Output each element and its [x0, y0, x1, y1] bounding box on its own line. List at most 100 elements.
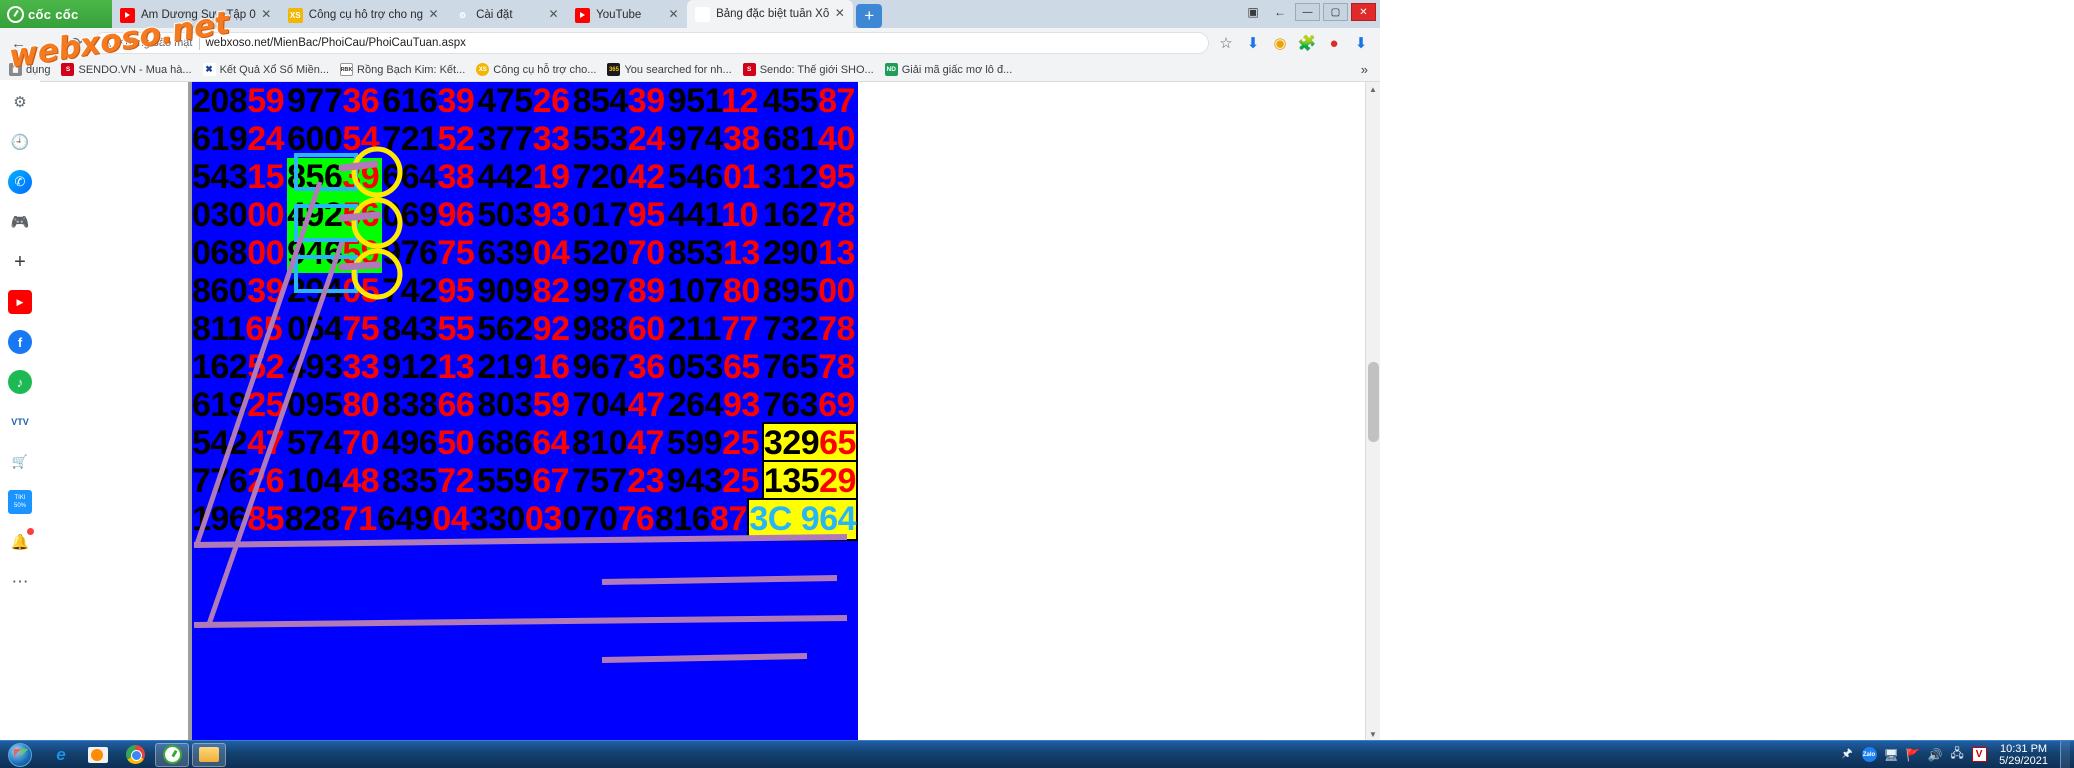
network-error-icon[interactable]: 🚩: [1905, 747, 1921, 763]
coc-coc-icon[interactable]: [155, 742, 189, 767]
number-cell: 59925: [667, 424, 762, 463]
bookmark-you-searched-for[interactable]: 365 You searched for nh...: [602, 61, 736, 78]
cell-black-digits: 943: [666, 461, 723, 500]
cell-red-digits: 25: [722, 423, 759, 462]
forward-icon[interactable]: →: [35, 31, 60, 56]
cell-red-digits: 25: [722, 461, 759, 500]
reload-icon[interactable]: ⟳: [64, 31, 89, 56]
number-cell: 29013: [763, 234, 858, 273]
download-icon[interactable]: ⬇: [1240, 31, 1266, 56]
tab-am-duong-su[interactable]: Âm Dương Sư - Tập 0 ✕: [112, 2, 281, 28]
bookmark-sendo-shopping[interactable]: S Sendo: Thế giới SHO...: [738, 61, 879, 78]
file-explorer-icon[interactable]: [192, 742, 226, 767]
display-icon[interactable]: 🖥: [1883, 747, 1899, 763]
tab-bang-dac-biet-tuan[interactable]: ✖ Bảng đặc biệt tuần Xổ ✕: [687, 0, 854, 28]
bookmark-sendo-vn[interactable]: S SENDO.VN - Mua hà...: [56, 61, 196, 78]
cell-red-digits: 80: [342, 385, 380, 424]
number-cell: 06800: [192, 234, 287, 273]
cell-red-digits: 78: [818, 195, 855, 234]
bookmark-apps[interactable]: ▦ dụng: [4, 61, 55, 78]
youtube-icon[interactable]: ▶: [8, 290, 32, 314]
add-icon[interactable]: +: [8, 250, 32, 274]
internet-explorer-icon[interactable]: e: [44, 743, 78, 767]
volume-icon[interactable]: 🔊: [1927, 747, 1943, 763]
cell-red-digits: 00: [247, 233, 285, 272]
number-cell: 81047: [572, 424, 667, 463]
cell-red-digits: 00: [247, 195, 285, 234]
cell-red-digits: 71: [339, 499, 377, 538]
cell-black-digits: 720: [572, 157, 629, 196]
system-tray: 🖈 Zalo 🖥 🚩 🔊 🖧 V 10:31 PM 5/29/2021: [1839, 740, 2074, 768]
start-button[interactable]: [2, 742, 38, 768]
tab-youtube[interactable]: YouTube ✕: [567, 2, 689, 28]
taskbar-clock[interactable]: 10:31 PM 5/29/2021: [1993, 743, 2054, 767]
google-chrome-icon[interactable]: [118, 743, 152, 767]
bookmarks-overflow-icon[interactable]: »: [1353, 62, 1376, 77]
cell-red-digits: 47: [627, 385, 665, 424]
cell-black-digits: 492: [287, 195, 343, 234]
history-icon[interactable]: 🕘: [8, 130, 32, 154]
back-icon[interactable]: ←: [6, 31, 31, 56]
more-options-icon[interactable]: ⋯: [8, 570, 32, 594]
cell-red-digits: 59: [342, 233, 380, 272]
extensions-icon[interactable]: 🧩: [1294, 31, 1320, 56]
number-row: 77626 10448 83572 55967 75723 94325 13529: [192, 459, 858, 503]
close-icon[interactable]: ✕: [259, 7, 274, 23]
clock-time: 10:31 PM: [1999, 742, 2048, 755]
shopee-icon[interactable]: 🛒: [8, 450, 32, 474]
game-icon[interactable]: 🎮: [8, 210, 32, 234]
address-bar[interactable]: ⚠ Không bảo mật webxoso.net/MienBac/Phoi…: [93, 32, 1209, 54]
maximize-button[interactable]: ▢: [1323, 3, 1348, 21]
close-icon[interactable]: ✕: [546, 7, 561, 23]
bookmark-cong-cu-ho-tro[interactable]: XS Công cụ hỗ trợ cho...: [471, 61, 601, 78]
cell-red-digits: 36: [627, 347, 665, 386]
new-tab-button[interactable]: +: [856, 4, 883, 28]
close-icon[interactable]: ✕: [832, 6, 847, 22]
number-cell: 95112: [668, 82, 763, 121]
number-cell: 54601: [668, 158, 763, 197]
tab-cai-dat[interactable]: ⚙ Cài đặt ✕: [447, 2, 569, 28]
windows-media-player-icon[interactable]: [81, 743, 115, 767]
tab-cong-cu-ho-tro[interactable]: XS Công cụ hỗ trợ cho ng ✕: [279, 2, 449, 28]
page-content: 20859 97736 61639 47526 85439 95112 45587 61924…: [0, 82, 1380, 740]
cell-red-digits: 52: [437, 119, 475, 158]
close-button[interactable]: ✕: [1351, 3, 1376, 21]
tiki-icon[interactable]: TIKI 50%: [8, 490, 32, 514]
scroll-down-icon[interactable]: ▼: [1366, 727, 1380, 740]
cell-black-digits: 546: [667, 157, 724, 196]
facebook-icon[interactable]: f: [8, 330, 32, 354]
vcleaner-icon[interactable]: V: [1971, 747, 1987, 763]
bookmark-star-icon[interactable]: ☆: [1213, 31, 1239, 56]
bookmark-rong-bach-kim[interactable]: RBK Rồng Bạch Kim: Kết...: [335, 61, 470, 78]
close-icon[interactable]: ✕: [426, 7, 441, 23]
bookmark-giai-ma-giac-mo[interactable]: ND Giải mã giấc mơ lô đ...: [880, 61, 1018, 78]
close-icon[interactable]: ✕: [666, 7, 681, 23]
number-cell: 63904: [477, 234, 572, 273]
show-desktop-button[interactable]: [2060, 740, 2070, 768]
spotify-icon[interactable]: ♪: [8, 370, 32, 394]
downloads-tray-icon[interactable]: ⬇: [1348, 31, 1374, 56]
network-icon[interactable]: 🖧: [1949, 746, 1965, 763]
profile-icon[interactable]: ●: [1321, 31, 1347, 56]
hidden-icons-icon[interactable]: 🖈: [1839, 746, 1855, 763]
scroll-up-icon[interactable]: ▲: [1366, 82, 1380, 97]
screenshot-icon[interactable]: ▣: [1241, 2, 1265, 22]
notification-bell-icon[interactable]: 🔔: [8, 528, 34, 554]
scrollbar-thumb[interactable]: [1368, 362, 1379, 442]
messenger-icon[interactable]: ✆: [8, 170, 32, 194]
number-cell: 55967: [477, 462, 572, 501]
number-cell: 85313: [668, 234, 763, 273]
back-arrow-icon[interactable]: ←: [1268, 2, 1292, 22]
bookmark-ket-qua-xo-so[interactable]: ✖ Kết Quả Xổ Số Miền...: [198, 61, 334, 78]
page-scrollbar[interactable]: ▲ ▼: [1365, 82, 1380, 740]
cell-black-digits: 070: [562, 499, 618, 538]
number-cell: 26493: [668, 386, 763, 425]
number-row: 16252 49333 91213 21916 96736 05365 76578: [192, 348, 858, 386]
minimize-button[interactable]: —: [1295, 3, 1320, 21]
vtv-icon[interactable]: VTV: [8, 410, 32, 434]
adblock-icon[interactable]: ◉: [1267, 31, 1293, 56]
gear-icon[interactable]: ⚙: [8, 90, 32, 114]
zalo-icon[interactable]: Zalo: [1861, 747, 1877, 763]
number-cell: 81687: [655, 500, 748, 539]
number-cell: 80359: [477, 386, 572, 425]
